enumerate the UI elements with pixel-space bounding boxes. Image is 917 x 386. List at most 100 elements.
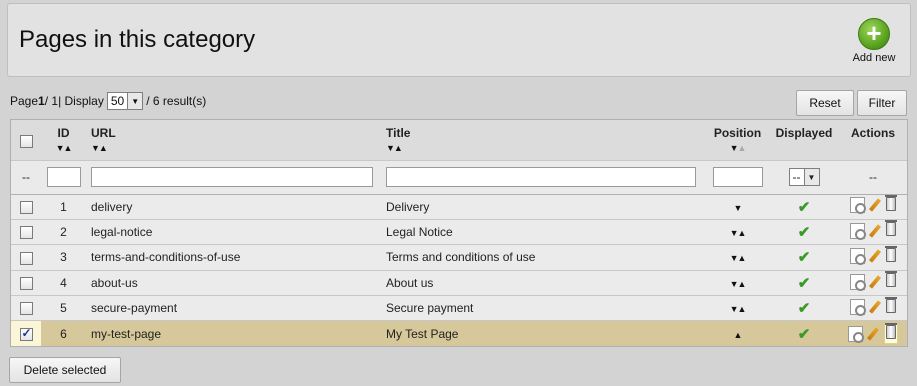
filter-button[interactable]: Filter — [857, 90, 907, 116]
check-icon[interactable]: ✔ — [798, 326, 811, 343]
filter-position-input[interactable] — [712, 167, 763, 187]
page-title: Pages in this category — [19, 26, 256, 53]
chevron-down-icon: ▼ — [127, 93, 143, 109]
sort-arrow-icon[interactable]: ▼▲ — [91, 143, 381, 153]
row-id: 1 — [41, 194, 86, 220]
check-icon[interactable]: ✔ — [798, 199, 811, 216]
delete-icon — [885, 194, 897, 211]
row-checkbox-cell — [11, 320, 41, 347]
check-icon[interactable]: ✔ — [798, 275, 811, 292]
sort-arrow-icon[interactable]: ▼▲ — [386, 143, 706, 153]
col-id-label: ID — [57, 126, 70, 140]
edit-icon[interactable] — [868, 197, 883, 213]
filter-url-input[interactable] — [91, 167, 373, 187]
row-checkbox[interactable] — [19, 302, 33, 316]
position-arrows[interactable]: ▲ — [734, 330, 743, 340]
view-icon[interactable] — [850, 222, 866, 240]
check-icon[interactable]: ✔ — [798, 249, 811, 266]
row-checkbox-cell — [11, 219, 41, 246]
row-id: 4 — [41, 270, 86, 297]
row-title: Terms and conditions of use — [381, 244, 706, 271]
add-icon: + — [858, 18, 890, 50]
col-position-label: Position — [713, 126, 762, 140]
sort-arrow-icon[interactable]: ▼▲ — [41, 143, 86, 153]
check-icon[interactable]: ✔ — [798, 224, 811, 241]
filter-actions-dash: -- — [839, 159, 907, 195]
delete-button[interactable] — [884, 323, 898, 345]
col-header-actions: Actions — [839, 120, 907, 160]
row-checkbox[interactable] — [19, 326, 33, 342]
position-arrows[interactable]: ▼▲ — [730, 279, 747, 289]
position-arrows[interactable]: ▼▲ — [730, 253, 747, 263]
add-new-button[interactable]: + Add new — [848, 18, 900, 64]
delete-button[interactable] — [885, 296, 897, 316]
row-checkbox[interactable] — [19, 251, 33, 265]
filter-title-input[interactable] — [386, 167, 696, 187]
row-url: terms-and-conditions-of-use — [86, 244, 381, 271]
filter-displayed-value: -- — [792, 170, 801, 184]
row-id: 3 — [41, 244, 86, 271]
filter-id-input[interactable] — [46, 167, 81, 187]
delete-button[interactable] — [885, 245, 897, 265]
delete-button[interactable] — [885, 194, 897, 214]
view-icon[interactable] — [850, 248, 866, 266]
table-row[interactable]: 6 my-test-page My Test Page ▲ ✔ — [11, 320, 907, 347]
edit-icon[interactable] — [866, 326, 881, 342]
col-header-title: Title ▼▲ — [381, 120, 706, 160]
view-icon[interactable] — [850, 299, 866, 316]
table-row[interactable]: 1 delivery Delivery ▼ ✔ — [11, 194, 907, 220]
edit-icon[interactable] — [868, 274, 883, 290]
delete-icon — [885, 220, 897, 237]
edit-icon[interactable] — [868, 248, 883, 264]
delete-button[interactable] — [885, 220, 897, 239]
row-title: About us — [381, 270, 706, 297]
edit-icon[interactable] — [868, 299, 883, 315]
view-icon[interactable] — [850, 197, 866, 215]
table-row[interactable]: 5 secure-payment Secure payment ▼▲ ✔ — [11, 295, 907, 322]
row-url: about-us — [86, 270, 381, 297]
row-title: Delivery — [381, 194, 706, 220]
delete-selected-button[interactable]: Delete selected — [9, 357, 121, 383]
row-url: legal-notice — [86, 219, 381, 246]
add-new-label: Add new — [852, 52, 896, 64]
row-checkbox-cell — [11, 194, 41, 220]
row-url: delivery — [86, 194, 381, 220]
position-arrows[interactable]: ▼ — [734, 203, 743, 213]
delete-icon — [885, 296, 897, 313]
view-icon[interactable] — [848, 325, 864, 343]
filter-displayed-select[interactable]: -- ▼ — [788, 168, 820, 186]
row-title: Legal Notice — [381, 219, 706, 246]
col-header-displayed: Displayed — [769, 120, 839, 160]
col-header-position: Position ▼▲ — [706, 120, 769, 160]
position-arrows[interactable]: ▼▲ — [730, 228, 747, 238]
table-row[interactable]: 4 about-us About us ▼▲ ✔ — [11, 270, 907, 297]
position-arrows[interactable]: ▼▲ — [730, 304, 747, 314]
table-row[interactable]: 2 legal-notice Legal Notice ▼▲ ✔ — [11, 219, 907, 246]
row-url: secure-payment — [86, 295, 381, 322]
per-page-select[interactable]: 50 ▼ — [106, 92, 144, 110]
edit-icon[interactable] — [868, 223, 883, 239]
row-checkbox[interactable] — [19, 226, 33, 240]
pagination-bar: Page 1 / 1 | Display 50 ▼ / 6 result(s) — [10, 92, 206, 110]
row-checkbox-cell — [11, 244, 41, 271]
row-checkbox[interactable] — [19, 277, 33, 291]
per-page-value: 50 — [110, 94, 125, 108]
sort-arrow-icon[interactable]: ▼▲ — [706, 143, 769, 153]
row-id: 5 — [41, 295, 86, 322]
col-title-label: Title — [386, 126, 411, 140]
page-label: Page — [10, 94, 39, 108]
row-checkbox[interactable] — [19, 200, 33, 214]
check-icon[interactable]: ✔ — [798, 300, 811, 317]
row-checkbox-cell — [11, 295, 41, 322]
filter-dash: -- — [11, 159, 41, 195]
delete-icon — [885, 271, 897, 288]
display-label: | Display — [58, 94, 104, 108]
view-icon[interactable] — [850, 273, 866, 291]
table-row[interactable]: 3 terms-and-conditions-of-use Terms and … — [11, 244, 907, 271]
select-all-checkbox[interactable] — [19, 135, 33, 149]
pages-table: ID ▼▲ URL ▼▲ Title ▼▲ Position ▼▲ Displa… — [10, 119, 908, 348]
delete-button[interactable] — [885, 271, 897, 290]
delete-icon — [885, 245, 897, 262]
reset-button[interactable]: Reset — [796, 90, 854, 116]
header-select-all — [11, 120, 41, 160]
